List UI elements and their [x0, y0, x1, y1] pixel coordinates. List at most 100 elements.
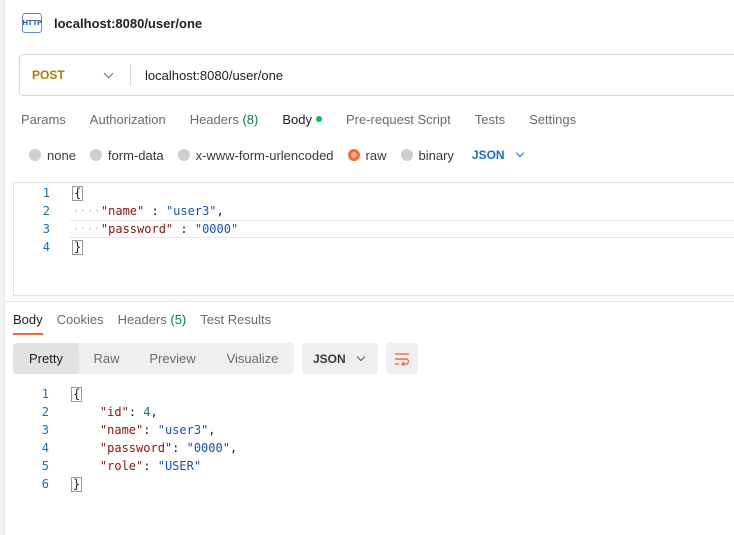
wrap-lines-icon [395, 352, 410, 366]
radio-label: raw [365, 147, 387, 163]
radio-x-www-form-urlencoded[interactable]: x-www-form-urlencoded [177, 147, 334, 163]
json-value: "0000" [186, 441, 230, 455]
chevron-down-icon [103, 68, 114, 78]
brace-open: { [71, 386, 83, 402]
json-value: "user3" [165, 204, 217, 218]
code-text: "password": "0000", [99, 441, 238, 455]
response-tab-test-results[interactable]: Test Results [200, 312, 271, 327]
code-text: } [71, 476, 83, 492]
json-separator: : [144, 204, 166, 218]
body-indicator-dot [315, 116, 322, 123]
response-format-select[interactable]: JSON [302, 343, 378, 374]
response-tab-headers[interactable]: Headers (5) [118, 312, 187, 327]
brace-close: } [72, 239, 84, 255]
tab-headers[interactable]: Headers (8) [190, 112, 259, 127]
request-title[interactable]: localhost:8080/user/one [54, 16, 202, 31]
url-input[interactable] [145, 67, 705, 83]
json-separator: : [173, 222, 195, 236]
chevron-down-icon [356, 352, 365, 361]
section-divider[interactable] [5, 301, 734, 302]
code-line: 3 "name": "user3", [13, 421, 216, 439]
response-body-viewer[interactable]: 1 { 2 "id": 4, 3 "name": "user3", 4 "pas… [13, 385, 734, 505]
code-line: 5 "role": "USER" [13, 457, 201, 475]
radio-circle [177, 149, 190, 161]
response-headers-label: Headers [117, 311, 167, 327]
tab-body[interactable]: Body [282, 112, 322, 127]
radio-label: binary [418, 147, 454, 163]
code-text: "name": "user3", [99, 423, 216, 437]
radio-binary[interactable]: binary [400, 147, 454, 163]
brace-open: { [72, 185, 84, 201]
code-line: 6 } [13, 475, 83, 493]
request-body-editor[interactable]: 1 { 2 ····"name" : "user3", 3 ····"passw… [13, 182, 734, 296]
radio-label: none [47, 147, 76, 163]
response-tab-body[interactable]: Body [13, 312, 43, 327]
code-line: 4 } [14, 238, 84, 256]
request-tab-header: HTTP localhost:8080/user/one [22, 12, 202, 34]
json-value: "USER" [157, 459, 202, 473]
view-tab-preview[interactable]: Preview [134, 343, 211, 374]
view-tab-visualize[interactable]: Visualize [211, 343, 294, 374]
chevron-down-icon [515, 148, 524, 158]
code-line: 2 ····"name" : "user3", [14, 202, 224, 220]
json-value: "user3" [157, 423, 209, 437]
url-divider [130, 64, 131, 86]
tab-headers-label: Headers [189, 111, 239, 127]
json-key: "role" [99, 459, 144, 473]
json-key: "password" [100, 222, 174, 236]
json-value: 4 [143, 405, 151, 419]
tab-body-label: Body [282, 111, 312, 127]
code-text: ····"password" : "0000" [72, 222, 238, 236]
body-type-selector: none form-data x-www-form-urlencoded raw… [29, 146, 524, 164]
url-bar: POST [19, 54, 734, 96]
code-text: "role": "USER" [99, 459, 202, 473]
json-trail: , [216, 204, 224, 218]
json-value: "0000" [194, 222, 239, 236]
method-label: POST [32, 68, 65, 82]
radio-circle [89, 149, 102, 161]
radio-none[interactable]: none [29, 148, 76, 163]
sidebar-edge [0, 0, 5, 535]
code-text: "id": 4, [99, 405, 158, 419]
line-number: 2 [41, 405, 49, 419]
active-tab-underline [13, 333, 43, 335]
code-line: 1 { [13, 385, 83, 403]
json-key: "password" [99, 441, 173, 455]
line-number: 4 [41, 441, 49, 455]
response-tab-cookies[interactable]: Cookies [57, 312, 104, 327]
radio-label: x-www-form-urlencoded [195, 147, 334, 163]
view-tab-raw[interactable]: Raw [79, 343, 134, 374]
tab-authorization[interactable]: Authorization [90, 112, 166, 127]
brace-close: } [71, 476, 83, 492]
radio-form-data[interactable]: form-data [89, 147, 164, 163]
radio-label: form-data [107, 147, 164, 163]
line-number: 2 [42, 204, 50, 218]
code-text: ····"name" : "user3", [72, 204, 224, 218]
http-file-icon: HTTP [22, 13, 42, 33]
code-line: 4 "password": "0000", [13, 439, 237, 457]
response-view-tabs: Pretty Raw Preview Visualize [13, 343, 294, 374]
code-text: } [72, 239, 84, 255]
wrap-lines-button[interactable] [386, 343, 418, 374]
code-line: 3 ····"password" : "0000" [14, 220, 238, 238]
tab-tests[interactable]: Tests [475, 112, 505, 127]
method-select[interactable]: POST [20, 55, 130, 95]
body-language-select[interactable]: JSON [472, 148, 524, 162]
code-text: { [72, 185, 84, 201]
indent-guide: ···· [72, 204, 101, 218]
radio-raw[interactable]: raw [347, 147, 387, 163]
tab-pre-request-script[interactable]: Pre-request Script [346, 112, 451, 127]
radio-circle [400, 149, 413, 161]
json-key: "name" [99, 423, 144, 437]
headers-count: (8) [242, 111, 259, 127]
json-key: "id" [99, 405, 129, 419]
radio-circle-checked [347, 149, 360, 161]
tab-params[interactable]: Params [21, 112, 66, 127]
response-format-label: JSON [313, 351, 346, 366]
view-tab-pretty[interactable]: Pretty [13, 343, 79, 374]
tab-settings[interactable]: Settings [529, 112, 576, 127]
indent-guide: ···· [72, 222, 101, 236]
code-line: 2 "id": 4, [13, 403, 158, 421]
line-number: 6 [41, 477, 49, 491]
line-number: 3 [42, 222, 50, 236]
